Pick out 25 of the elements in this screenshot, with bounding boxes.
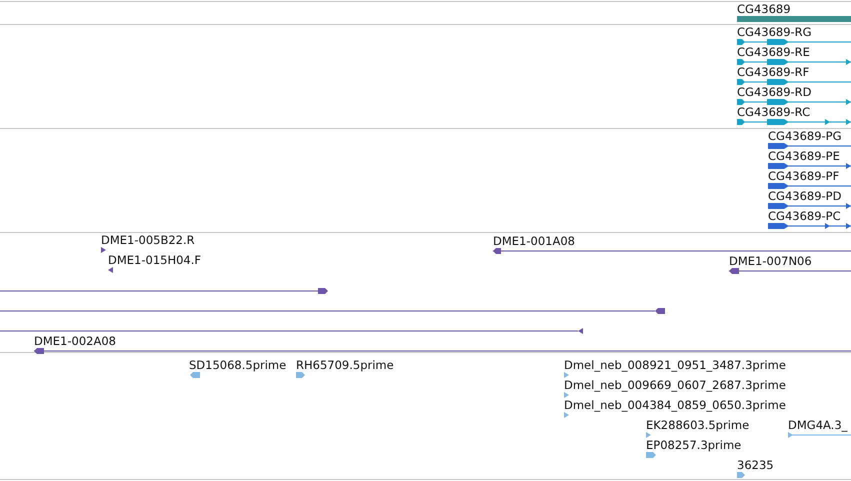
feature-label: CG43689-RG (737, 25, 812, 39)
feature-label: Dmel_neb_009669_0607_2687.3prime (564, 378, 786, 392)
feature-label: 36235 (737, 458, 774, 472)
feature-label: CG43689-PC (768, 209, 841, 223)
feature-label: DME1-002A08 (34, 334, 116, 348)
feature-label: DME1-001A08 (493, 234, 575, 248)
feature-label: DMG4A.3_ (788, 418, 848, 432)
feature-label: SD15068.5prime (189, 358, 286, 372)
feature-label: Dmel_neb_004384_0859_0650.3prime (564, 398, 786, 412)
feature-label: CG43689-RF (737, 65, 810, 79)
feature-label: DME1-007N06 (729, 254, 812, 268)
feature-label: EP08257.3prime (646, 438, 742, 452)
feature-label: CG43689-RD (737, 85, 812, 99)
feature-label: CG43689-PD (768, 189, 842, 203)
feature-label: EK288603.5prime (646, 418, 750, 432)
feature-label: DME1-015H04.F (108, 253, 202, 267)
feature-label: CG43689-PF (768, 169, 840, 183)
feature-label: RH65709.5prime (296, 358, 394, 372)
feature-label: DME1-005B22.R (101, 233, 195, 247)
feature-label: CG43689 (737, 2, 791, 16)
feature-label: CG43689-PG (768, 129, 842, 143)
feature-label: CG43689-PE (768, 149, 840, 163)
feature-label: Dmel_neb_008921_0951_3487.3prime (564, 358, 786, 372)
feature-label: CG43689-RC (737, 105, 810, 119)
feature-label: CG43689-RE (737, 45, 810, 59)
